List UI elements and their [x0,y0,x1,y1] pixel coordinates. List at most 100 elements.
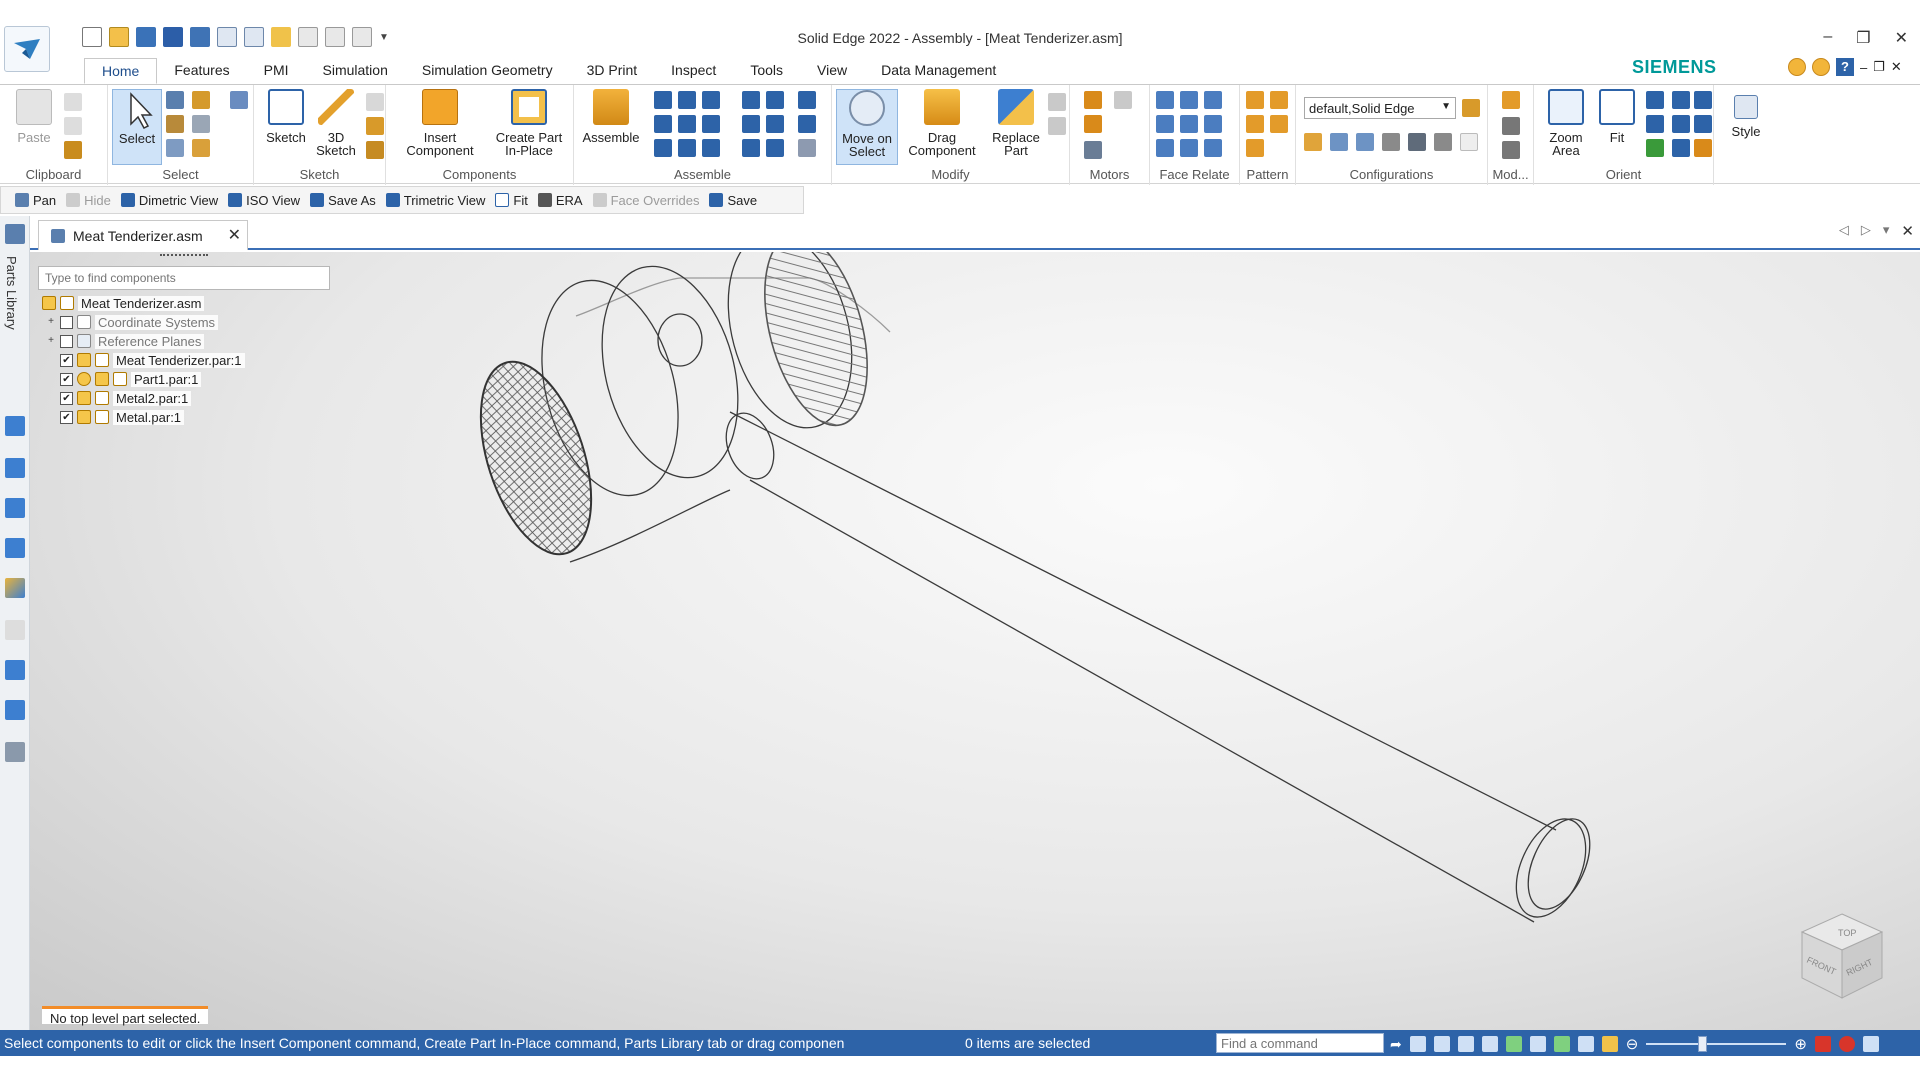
frown-feedback-icon[interactable] [1812,58,1830,76]
tree-root[interactable]: Meat Tenderizer.asm [42,294,205,312]
select-occurrence-icon[interactable] [192,139,210,157]
pan-status-icon[interactable] [1481,1036,1498,1052]
select-window-icon[interactable] [192,115,210,133]
stop-icon[interactable] [1838,1036,1855,1052]
close-window-icon[interactable]: ✕ [1901,222,1914,240]
configuration-select[interactable]: default,Solid Edge ▼ [1304,97,1456,119]
drag-component-button[interactable]: Drag Component [900,89,984,157]
config-tool-7-icon[interactable] [1460,133,1478,151]
fit-button[interactable]: Fit [1594,89,1640,144]
spin-status-icon[interactable] [1529,1036,1546,1052]
paste-button[interactable]: Paste [10,89,58,144]
sketch-tool-2-icon[interactable] [366,117,384,135]
motor-tool-icon[interactable] [1114,91,1132,109]
select-box-icon[interactable] [166,115,184,133]
status-menu-icon[interactable] [1862,1036,1879,1052]
cut-icon[interactable] [64,93,82,111]
parts-library-tab[interactable]: Parts Library [4,256,19,330]
tab-3d-print[interactable]: 3D Print [570,58,655,84]
face-relate-7-icon[interactable] [1156,139,1174,157]
fit-status-icon[interactable] [1457,1036,1474,1052]
zoom-area-status-icon[interactable] [1409,1036,1426,1052]
rotate-icon[interactable] [1672,115,1690,133]
document-tab[interactable]: Meat Tenderizer.asm ✕ [38,220,248,250]
era-command[interactable]: ERA [537,193,583,208]
zoom-icon[interactable] [1646,91,1664,109]
tree-checkbox[interactable]: ✔ [60,391,73,405]
tree-item-part1[interactable]: ✔ Part1.par:1 [60,370,202,388]
close-button[interactable]: ✕ [1895,28,1908,48]
face-relate-8-icon[interactable] [1180,139,1198,157]
sketch-tool-3-icon[interactable] [366,141,384,159]
parallel-icon[interactable] [654,139,672,157]
config-tool-6-icon[interactable] [1434,133,1452,151]
dimetric-view-command[interactable]: Dimetric View [120,193,218,208]
pattern-5-icon[interactable] [1246,139,1264,157]
view-cube[interactable]: TOP FRONT RIGHT [1796,910,1888,1002]
rotate-status-icon[interactable] [1505,1036,1522,1052]
help-tab-icon[interactable] [5,458,25,478]
config-tool-4-icon[interactable] [1382,133,1400,151]
select-tools-tab-icon[interactable] [5,498,25,518]
previous-view-icon[interactable] [1694,139,1712,157]
scroll-left-icon[interactable]: ◁ [1839,222,1849,240]
tab-tools[interactable]: Tools [733,58,800,84]
connect-icon[interactable] [742,91,760,109]
modify-tool-1-icon[interactable] [1048,93,1066,111]
path-icon[interactable] [766,115,784,133]
fit-command[interactable]: Fit [495,193,528,208]
sketch-view-status-icon[interactable] [1553,1036,1570,1052]
restore-button[interactable]: ❐ [1856,28,1870,48]
mod-tool-2-icon[interactable] [1502,141,1520,159]
feature-library-tab-icon[interactable] [5,700,25,720]
sketch-3d-button[interactable]: 3D Sketch [312,89,360,157]
pan-command[interactable]: Pan [15,193,56,208]
insert-icon[interactable] [654,115,672,133]
named-views-icon[interactable] [1694,91,1712,109]
center-plane-icon[interactable] [798,115,816,133]
expand-icon[interactable]: + [46,336,56,346]
zoom-status-icon[interactable] [1433,1036,1450,1052]
tab-data-management[interactable]: Data Management [864,58,1013,84]
planar-align-icon[interactable] [678,91,696,109]
tree-item-meat-tenderizer-part[interactable]: ✔ Meat Tenderizer.par:1 [60,351,245,369]
tree-item-reference-planes[interactable]: + Reference Planes [46,332,205,350]
tab-home[interactable]: Home [84,58,158,84]
expand-icon[interactable]: + [46,317,56,327]
record-video-icon[interactable] [1814,1036,1831,1052]
common-views-icon[interactable] [1672,139,1690,157]
face-relate-1-icon[interactable] [1156,91,1174,109]
pattern-1-icon[interactable] [1246,91,1264,109]
go-arrow-icon[interactable]: ➦ [1390,1036,1402,1053]
help-icon[interactable]: ? [1836,58,1854,76]
view-orient-icon[interactable] [1646,115,1664,133]
ribbon-close-icon[interactable]: ✕ [1891,59,1902,75]
tab-view[interactable]: View [800,58,864,84]
iso-view-command[interactable]: ISO View [228,193,300,208]
tab-simulation[interactable]: Simulation [306,58,405,84]
config-tool-2-icon[interactable] [1330,133,1348,151]
zoom-thumb[interactable] [1698,1036,1708,1052]
camera-icon[interactable] [1408,133,1426,151]
axial-align-icon[interactable] [702,91,720,109]
tab-features[interactable]: Features [157,58,246,84]
insert-component-button[interactable]: Insert Component [400,89,480,157]
select-parts-icon[interactable] [192,91,210,109]
style-button[interactable]: Style [1724,89,1768,138]
tab-pmi[interactable]: PMI [247,58,306,84]
pathfinder-grip[interactable] [160,254,208,257]
tree-tab-icon[interactable] [5,742,25,762]
replace-part-button[interactable]: Replace Part [988,89,1044,157]
sketch-button[interactable]: Sketch [262,89,310,144]
zoom-slider[interactable] [1646,1036,1787,1052]
face-relate-6-icon[interactable] [1204,115,1222,133]
views-status-icon[interactable] [1577,1036,1594,1052]
motor-icon[interactable] [1084,91,1102,109]
config-manager-icon[interactable] [1462,99,1480,117]
ribbon-restore-icon[interactable]: ❐ [1873,59,1885,75]
grid-icon[interactable] [1502,91,1520,109]
cam-icon[interactable] [702,115,720,133]
motor-list-icon[interactable] [1084,141,1102,159]
tree-checkbox[interactable]: ✔ [60,372,73,386]
tree-item-metal[interactable]: ✔ Metal.par:1 [60,408,185,426]
